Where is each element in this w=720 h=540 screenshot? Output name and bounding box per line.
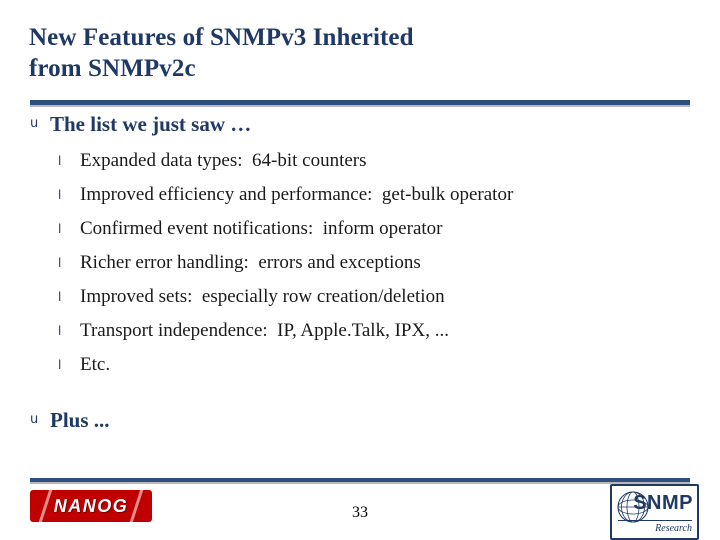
diamond-bullet-icon: u: [30, 116, 39, 131]
round-bullet-icon: l: [58, 324, 62, 338]
list-item-label: Improved efficiency and performance: get…: [80, 184, 514, 205]
snmp-logo-underline: [618, 520, 692, 521]
round-bullet-icon: l: [58, 256, 62, 270]
bullet-label: The list we just saw …: [50, 112, 252, 136]
snmp-logo-subtext: Research: [655, 523, 692, 534]
round-bullet-icon: l: [58, 188, 62, 202]
page-title: New Features of SNMPv3 Inherited from SN…: [29, 22, 689, 84]
bullet-label: Plus ...: [50, 408, 110, 432]
title-line-2: from SNMPv2c: [29, 55, 196, 82]
footer-divider: [30, 478, 690, 482]
list-item: l Improved efficiency and performance: g…: [58, 178, 695, 212]
list-item-label: Richer error handling: errors and except…: [80, 252, 421, 273]
list-item: l Etc.: [58, 348, 695, 382]
list-item: l Transport independence: IP, Apple.Talk…: [58, 314, 695, 348]
list-item-label: Etc.: [80, 354, 111, 375]
round-bullet-icon: l: [58, 358, 62, 372]
diamond-bullet-icon: u: [30, 412, 39, 427]
slide-body: u The list we just saw … l Expanded data…: [30, 110, 695, 438]
round-bullet-icon: l: [58, 154, 62, 168]
snmp-logo-text: SNMP: [633, 492, 693, 514]
slide: New Features of SNMPv3 Inherited from SN…: [0, 0, 720, 540]
list-item-label: Improved sets: especially row creation/d…: [80, 286, 445, 307]
list-item-label: Confirmed event notifications: inform op…: [80, 218, 443, 239]
round-bullet-icon: l: [58, 222, 62, 236]
snmp-research-logo: SNMP Research: [610, 484, 699, 540]
title-divider: [30, 100, 690, 105]
list-item-label: Expanded data types: 64-bit counters: [80, 150, 367, 171]
list-item: l Confirmed event notifications: inform …: [58, 212, 695, 246]
bullet-item-level1: u The list we just saw …: [30, 110, 695, 138]
round-bullet-icon: l: [58, 290, 62, 304]
list-item: l Improved sets: especially row creation…: [58, 280, 695, 314]
list-item: l Expanded data types: 64-bit counters: [58, 144, 695, 178]
bullet-item-level1: u Plus ...: [30, 406, 695, 434]
list-item-label: Transport independence: IP, Apple.Talk, …: [80, 320, 449, 341]
sub-bullet-list: l Expanded data types: 64-bit counters l…: [58, 144, 695, 382]
title-line-1: New Features of SNMPv3 Inherited: [29, 24, 414, 51]
list-item: l Richer error handling: errors and exce…: [58, 246, 695, 280]
